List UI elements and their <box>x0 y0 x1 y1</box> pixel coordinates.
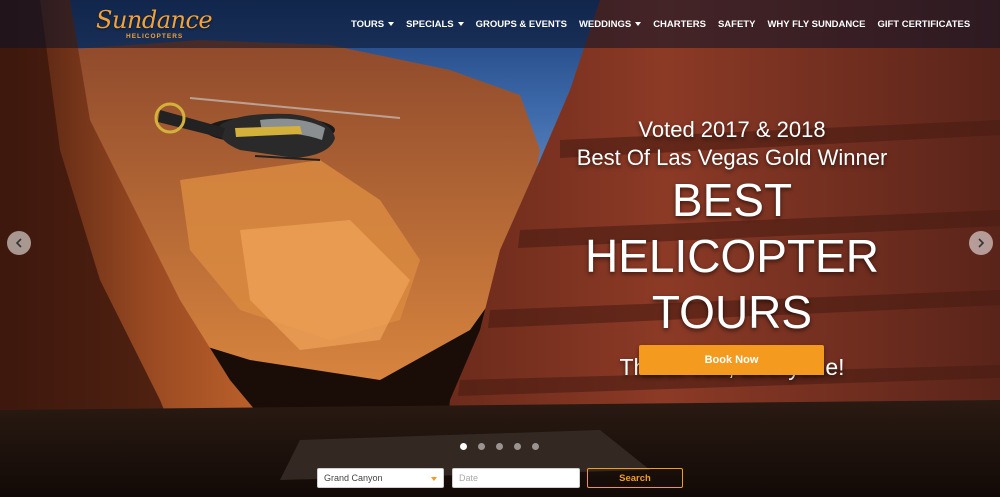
nav-item-label: TOURS <box>351 18 385 30</box>
carousel-dots <box>460 443 550 450</box>
carousel-dot-5[interactable] <box>532 443 539 450</box>
nav-item-why-fly[interactable]: WHY FLY SUNDANCE <box>767 19 865 30</box>
nav-item-label: SPECIALS <box>406 18 454 30</box>
nav-item-gift-certificates[interactable]: GIFT CERTIFICATES <box>877 19 970 30</box>
main-nav: TOURS SPECIALS GROUPS & EVENTS WEDDINGS … <box>351 17 982 31</box>
carousel-dot-3[interactable] <box>496 443 503 450</box>
nav-item-charters[interactable]: CHARTERS <box>653 19 706 30</box>
logo[interactable]: Sundance HELICOPTERS <box>96 6 213 44</box>
hero-headline: Voted 2017 & 2018 Best Of Las Vegas Gold… <box>460 116 1000 382</box>
chevron-left-icon <box>15 238 22 248</box>
nav-item-weddings[interactable]: WEDDINGS <box>578 18 642 30</box>
carousel-prev-button[interactable] <box>7 231 31 255</box>
award-text: Best Of Las Vegas Gold Winner <box>576 145 888 170</box>
chevron-right-icon <box>978 238 985 248</box>
search-button[interactable]: Search <box>587 468 683 488</box>
carousel-next-button[interactable] <box>969 231 993 255</box>
caret-down-icon <box>388 22 395 26</box>
date-input[interactable] <box>452 468 580 488</box>
nav-item-label: WHY FLY SUNDANCE <box>767 18 866 30</box>
destination-select[interactable]: Grand Canyon <box>317 468 444 488</box>
logo-wordmark: Sundance <box>96 6 213 34</box>
hero-title-line1: BEST HELICOPTER <box>585 174 879 282</box>
carousel-dot-4[interactable] <box>514 443 521 450</box>
carousel-dot-1[interactable] <box>460 443 467 450</box>
carousel-dot-2[interactable] <box>478 443 485 450</box>
nav-item-label: GROUPS & EVENTS <box>475 18 567 30</box>
logo-tagline: HELICOPTERS <box>126 33 184 40</box>
nav-item-specials[interactable]: SPECIALS <box>406 19 464 30</box>
destination-value: Grand Canyon <box>324 473 383 483</box>
nav-item-label: CHARTERS <box>653 18 706 30</box>
caret-down-icon <box>457 22 464 26</box>
nav-item-label: SAFETY <box>717 18 756 30</box>
award-year-text: Voted 2017 & 2018 <box>638 117 826 142</box>
nav-item-groups-events[interactable]: GROUPS & EVENTS <box>476 19 567 30</box>
nav-item-tours[interactable]: TOURS <box>351 18 395 30</box>
caret-down-icon <box>431 477 437 481</box>
nav-item-label: GIFT CERTIFICATES <box>877 18 971 30</box>
book-now-button[interactable]: Book Now <box>639 345 824 375</box>
nav-item-safety[interactable]: SAFETY <box>718 19 755 30</box>
caret-down-icon <box>635 22 642 26</box>
hero-title-line2: TOURS <box>651 286 813 338</box>
nav-item-label: WEDDINGS <box>578 18 632 30</box>
